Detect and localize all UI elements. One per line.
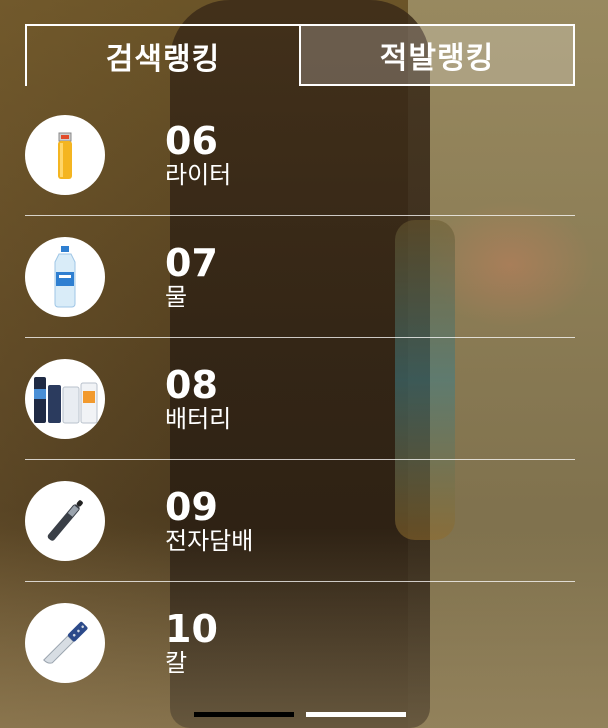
knife-icon (25, 603, 105, 683)
ranking-list: 06 라이터 07 물 08 배터리 09 전자담배 10 칼 (25, 94, 575, 704)
ranking-tabs: 검색랭킹 적발랭킹 (25, 24, 575, 86)
lighter-icon (25, 114, 105, 195)
tab-label: 검색랭킹 (105, 42, 221, 77)
item-name: 배터리 (165, 404, 232, 433)
item-name: 물 (165, 282, 188, 311)
list-item[interactable]: 07 물 (25, 216, 575, 338)
rank-number: 06 (165, 118, 218, 163)
tab-search-ranking[interactable]: 검색랭킹 (25, 24, 299, 86)
item-name: 칼 (165, 649, 188, 677)
rank-number: 10 (165, 607, 218, 651)
list-item[interactable]: 09 전자담배 (25, 460, 575, 582)
page-indicator-1[interactable] (194, 712, 294, 717)
rank-number: 08 (165, 362, 218, 407)
battery-icon (25, 358, 105, 439)
page-indicators (194, 712, 406, 717)
item-name: 라이터 (165, 160, 232, 189)
list-item[interactable]: 08 배터리 (25, 338, 575, 460)
rank-number: 07 (165, 240, 218, 285)
tab-detection-ranking[interactable]: 적발랭킹 (299, 24, 575, 86)
item-name: 전자담배 (165, 526, 254, 555)
rank-number: 09 (165, 484, 218, 529)
water-bottle-icon (25, 236, 105, 317)
page-indicator-2[interactable] (306, 712, 406, 717)
list-item[interactable]: 06 라이터 (25, 94, 575, 216)
list-item[interactable]: 10 칼 (25, 582, 575, 704)
e-cigarette-icon (25, 480, 105, 561)
tab-label: 적발랭킹 (379, 41, 495, 76)
